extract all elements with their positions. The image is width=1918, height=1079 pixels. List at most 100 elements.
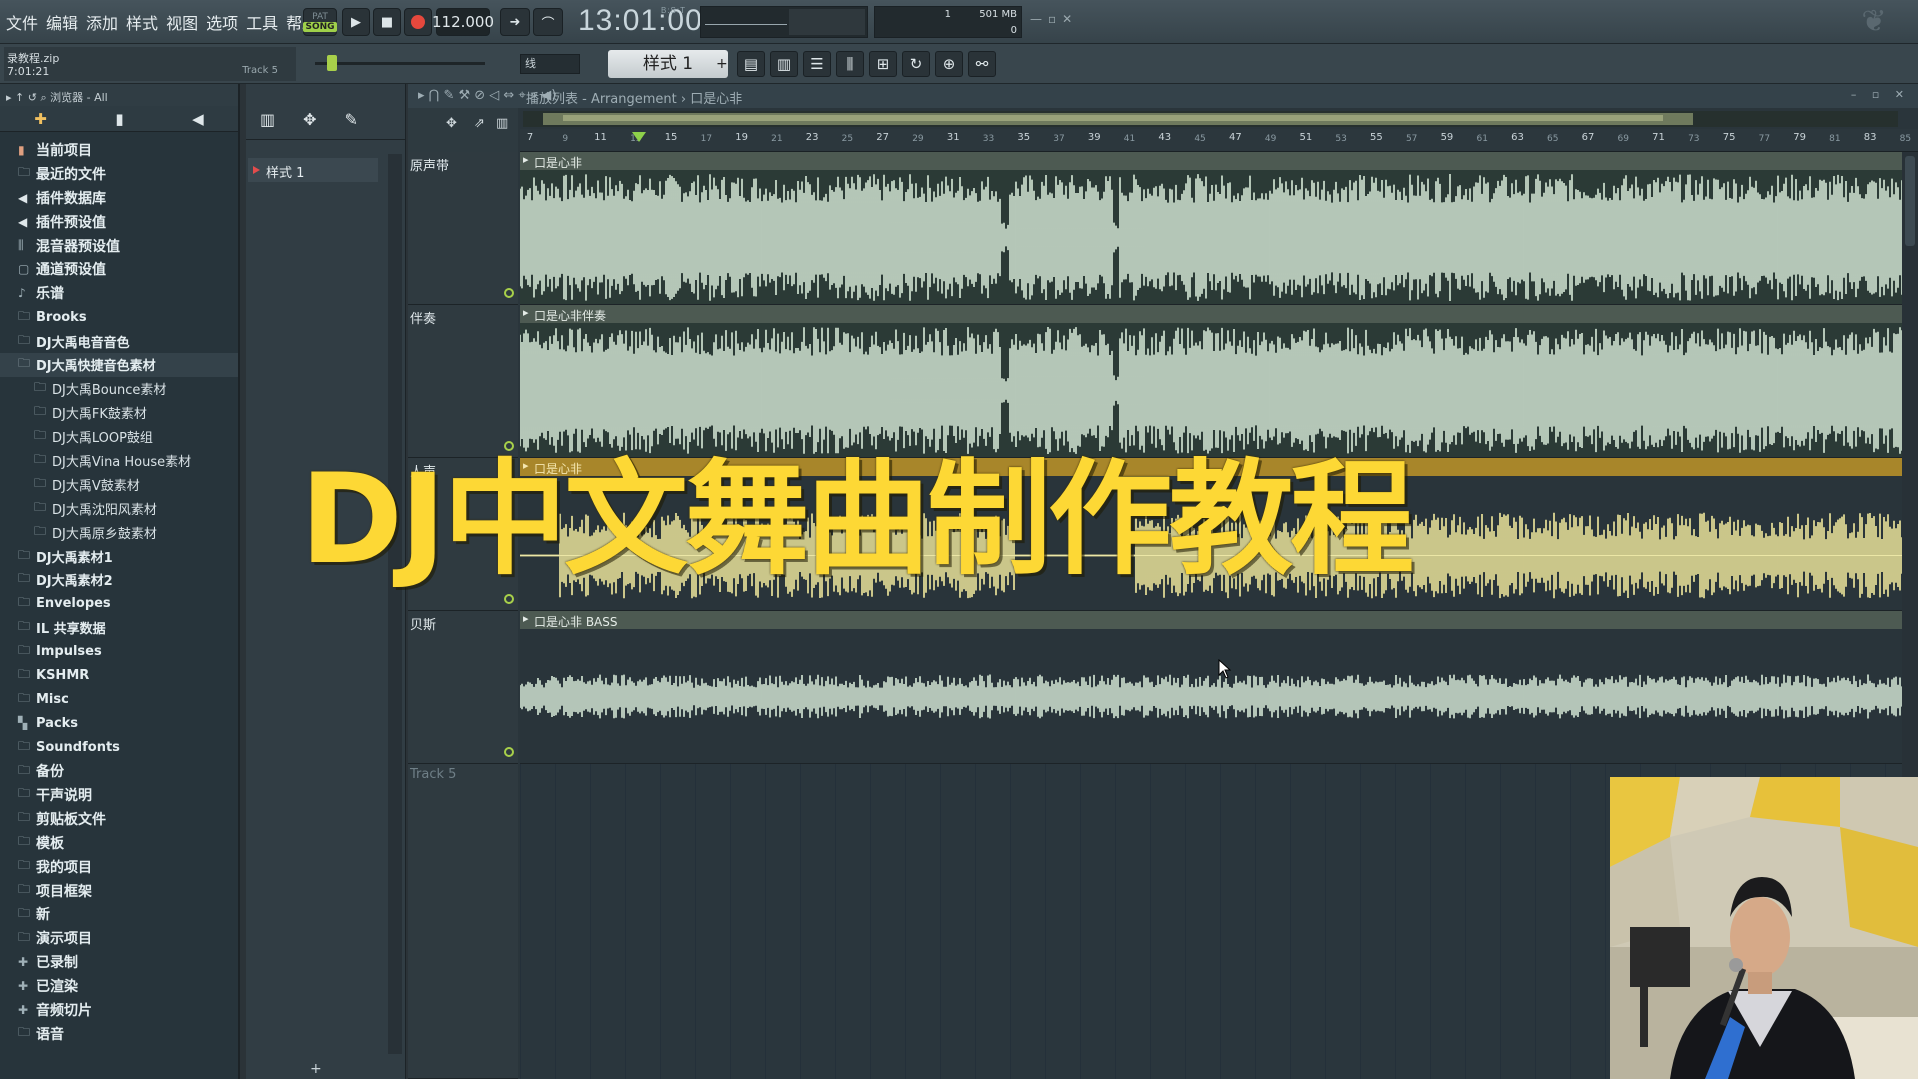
all-files-tab-icon[interactable]: ✚	[34, 110, 47, 128]
piano-roll-icon[interactable]: ▥	[770, 51, 798, 77]
master-volume-slider[interactable]	[315, 55, 485, 71]
browser-item[interactable]: 🗀 DJ大禹素材2	[0, 568, 238, 592]
browser-item[interactable]: 🗀 演示项目	[0, 926, 238, 950]
browser-item[interactable]: ⫼ 混音器预设值	[0, 234, 238, 258]
browser-item[interactable]: 🗀 DJ大禹V鼓素材	[0, 472, 238, 496]
browser-item[interactable]: ✚ 音频切片	[0, 998, 238, 1022]
browser-item[interactable]: 🗀 Brooks	[0, 305, 238, 329]
link-icon[interactable]: ⚯	[968, 51, 996, 77]
browser-item[interactable]: 🗀 模板	[0, 831, 238, 855]
browser-item[interactable]: 🗀 DJ大禹电音音色	[0, 329, 238, 353]
piano-icon[interactable]: ▥	[260, 110, 275, 129]
browser-item[interactable]: 🗀 Impulses	[0, 640, 238, 664]
menu-file[interactable]: 文件	[6, 10, 38, 34]
browser-icon[interactable]: ⊞	[869, 51, 897, 77]
track-enable-led[interactable]	[504, 747, 514, 757]
menu-edit[interactable]: 编辑	[46, 10, 78, 34]
browser-item[interactable]: 🗀 DJ大禹Vina House素材	[0, 449, 238, 473]
close-icon[interactable]: ✕	[1062, 12, 1072, 26]
browser-item[interactable]: 🗀 剪贴板文件	[0, 807, 238, 831]
audio-clip[interactable]: 口是心非伴奏	[520, 305, 1910, 458]
minimize-icon[interactable]: —	[1030, 12, 1042, 26]
pencil-icon[interactable]: ✎	[345, 110, 358, 129]
metronome-button[interactable]: ⌒	[533, 8, 563, 36]
snap-icon[interactable]: ✥	[446, 116, 457, 131]
browser-item[interactable]: ♪ 乐谱	[0, 281, 238, 305]
refresh-icon[interactable]: ↻	[902, 51, 930, 77]
browser-item[interactable]: 🗀 我的项目	[0, 855, 238, 879]
browser-item[interactable]: ▚ Packs	[0, 711, 238, 735]
track-header[interactable]: 原声带	[408, 152, 518, 305]
browser-item[interactable]: 🗀 语音	[0, 1022, 238, 1046]
mixer-icon[interactable]: ⫼	[836, 51, 864, 77]
speaker-tab-icon[interactable]: ◀	[192, 110, 204, 128]
pattern-scrollbar[interactable]	[388, 154, 402, 1054]
volume-knob[interactable]	[327, 55, 337, 71]
pattern-tools: ▥ ✥ ✎	[260, 110, 358, 129]
maximize-icon[interactable]: ▫	[1048, 12, 1056, 26]
move-icon[interactable]: ✥	[303, 110, 316, 129]
browser-item[interactable]: 🗀 DJ大禹原乡鼓素材	[0, 520, 238, 544]
channel-rack-icon[interactable]: ☰	[803, 51, 831, 77]
pattern-song-toggle[interactable]: PAT SONG	[303, 8, 337, 36]
pattern-item[interactable]: 样式 1	[248, 158, 378, 182]
browser-item[interactable]: 🗀 Soundfonts	[0, 735, 238, 759]
audio-clip[interactable]: 口是心非	[520, 152, 1910, 305]
piano-roll-mini-icon[interactable]: ▥	[496, 116, 508, 131]
track-header[interactable]: Track 5	[408, 764, 518, 1079]
stop-button[interactable]: ■	[373, 8, 401, 36]
browser-item[interactable]: 🗀 Misc	[0, 687, 238, 711]
browser-item[interactable]: ▢ 通道预设值	[0, 257, 238, 281]
browser-item[interactable]: ✚ 已渲染	[0, 974, 238, 998]
fl-studio-logo[interactable]: ❦	[1848, 4, 1900, 40]
browser-item[interactable]: 🗀 DJ大禹Bounce素材	[0, 377, 238, 401]
browser-item[interactable]: 🗀 DJ大禹FK鼓素材	[0, 401, 238, 425]
browser-item[interactable]: ▮ 当前项目	[0, 138, 238, 162]
browser-item[interactable]: 🗀 DJ大禹沈阳风素材	[0, 496, 238, 520]
add-pattern-button[interactable]: +	[310, 1061, 322, 1077]
browser-item[interactable]: 🗀 新	[0, 903, 238, 927]
browser-item[interactable]: 🗀 备份	[0, 759, 238, 783]
browser-item[interactable]: 🗀 IL 共享数据	[0, 616, 238, 640]
add-pattern-icon[interactable]: +	[716, 52, 730, 76]
browser-item[interactable]: 🗀 KSHMR	[0, 664, 238, 688]
tempo-display[interactable]: 112.000	[432, 8, 494, 36]
overview-window[interactable]	[563, 115, 1663, 121]
track-enable-led[interactable]	[504, 288, 514, 298]
browser-item[interactable]: 🗀 项目框架	[0, 879, 238, 903]
slide-icon[interactable]: ⇗	[474, 116, 485, 131]
browser-item[interactable]: ◀ 插件预设值	[0, 210, 238, 234]
playhead-marker[interactable]	[632, 132, 646, 142]
track-header[interactable]: 伴奏	[408, 305, 518, 458]
menu-add[interactable]: 添加	[86, 10, 118, 34]
playlist-window-controls[interactable]: – ▫ ✕	[1851, 88, 1910, 101]
snap-select[interactable]: 线	[520, 54, 580, 74]
menu-view[interactable]: 视图	[166, 10, 198, 34]
song-time-display[interactable]: 13:01:00 B:S:T	[578, 4, 702, 40]
track-header[interactable]: 贝斯	[408, 611, 518, 764]
playlist-icon[interactable]: ▤	[737, 51, 765, 77]
menu-options[interactable]: 选项	[206, 10, 238, 34]
playlist-overview[interactable]	[523, 111, 1898, 127]
step-edit-button[interactable]: ➜	[500, 8, 530, 36]
menu-tools[interactable]: 工具	[246, 10, 278, 34]
timeline-ruler[interactable]: 7 9 11 13 15 17 19 21 23 25 27 29 31 33 35 37 39 41 43 45 47…	[520, 129, 1918, 152]
browser-item[interactable]: 🗀 干声说明	[0, 783, 238, 807]
browser-item[interactable]: 🗀 DJ大禹素材1	[0, 544, 238, 568]
menu-patterns[interactable]: 样式	[126, 10, 158, 34]
browser-nav-icons[interactable]: ▸ ↑ ↺ ⌕	[6, 91, 50, 104]
plugin-picker-icon[interactable]: ⊕	[935, 51, 963, 77]
pattern-selector[interactable]: 样式 1	[608, 50, 728, 78]
audio-clip[interactable]: 口是心非 BASS	[520, 611, 1910, 764]
play-button[interactable]: ▶	[342, 8, 370, 36]
project-tab-icon[interactable]: ▮	[115, 110, 123, 128]
browser-item[interactable]: 🗀 DJ大禹LOOP鼓组	[0, 425, 238, 449]
record-button[interactable]	[404, 8, 432, 36]
browser-item[interactable]: ✚ 已录制	[0, 950, 238, 974]
browser-item[interactable]: 🗀 最近的文件	[0, 162, 238, 186]
scroll-thumb[interactable]	[1905, 156, 1915, 246]
browser-item[interactable]: ◀ 插件数据库	[0, 186, 238, 210]
browser-item[interactable]: 🗀 DJ大禹快捷音色素材	[0, 353, 238, 377]
browser-item[interactable]: 🗀 Envelopes	[0, 592, 238, 616]
track-enable-led[interactable]	[504, 594, 514, 604]
